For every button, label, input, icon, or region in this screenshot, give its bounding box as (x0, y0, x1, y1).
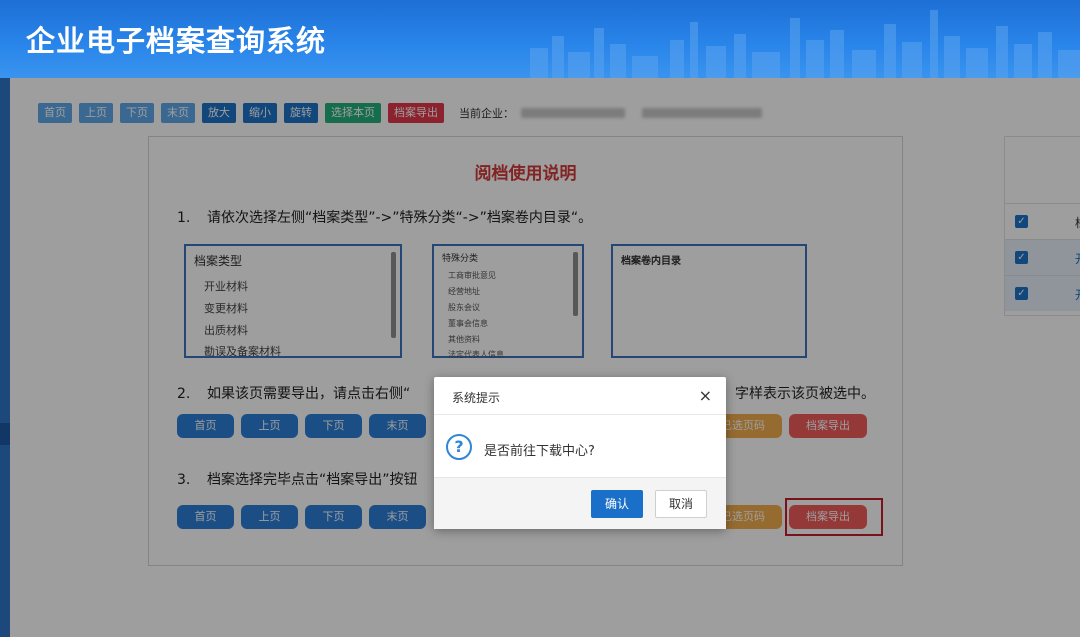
app-title: 企业电子档案查询系统 (26, 24, 327, 58)
close-icon[interactable]: × (699, 386, 712, 405)
question-icon: ? (446, 434, 472, 460)
dialog-footer: 确认 取消 (434, 477, 726, 529)
dialog-body: ? 是否前往下载中心? (434, 415, 726, 477)
dialog-message: 是否前往下载中心? (484, 444, 595, 459)
confirm-button[interactable]: 确认 (591, 490, 643, 518)
city-skyline-image (530, 10, 1080, 78)
cancel-button[interactable]: 取消 (655, 490, 707, 518)
modal-overlay (0, 78, 1080, 637)
app-header: 企业电子档案查询系统 (0, 0, 1080, 78)
dialog-header: 系统提示 × (434, 377, 726, 415)
system-prompt-dialog: 系统提示 × ? 是否前往下载中心? 确认 取消 (434, 377, 726, 529)
dialog-title: 系统提示 (452, 391, 501, 405)
